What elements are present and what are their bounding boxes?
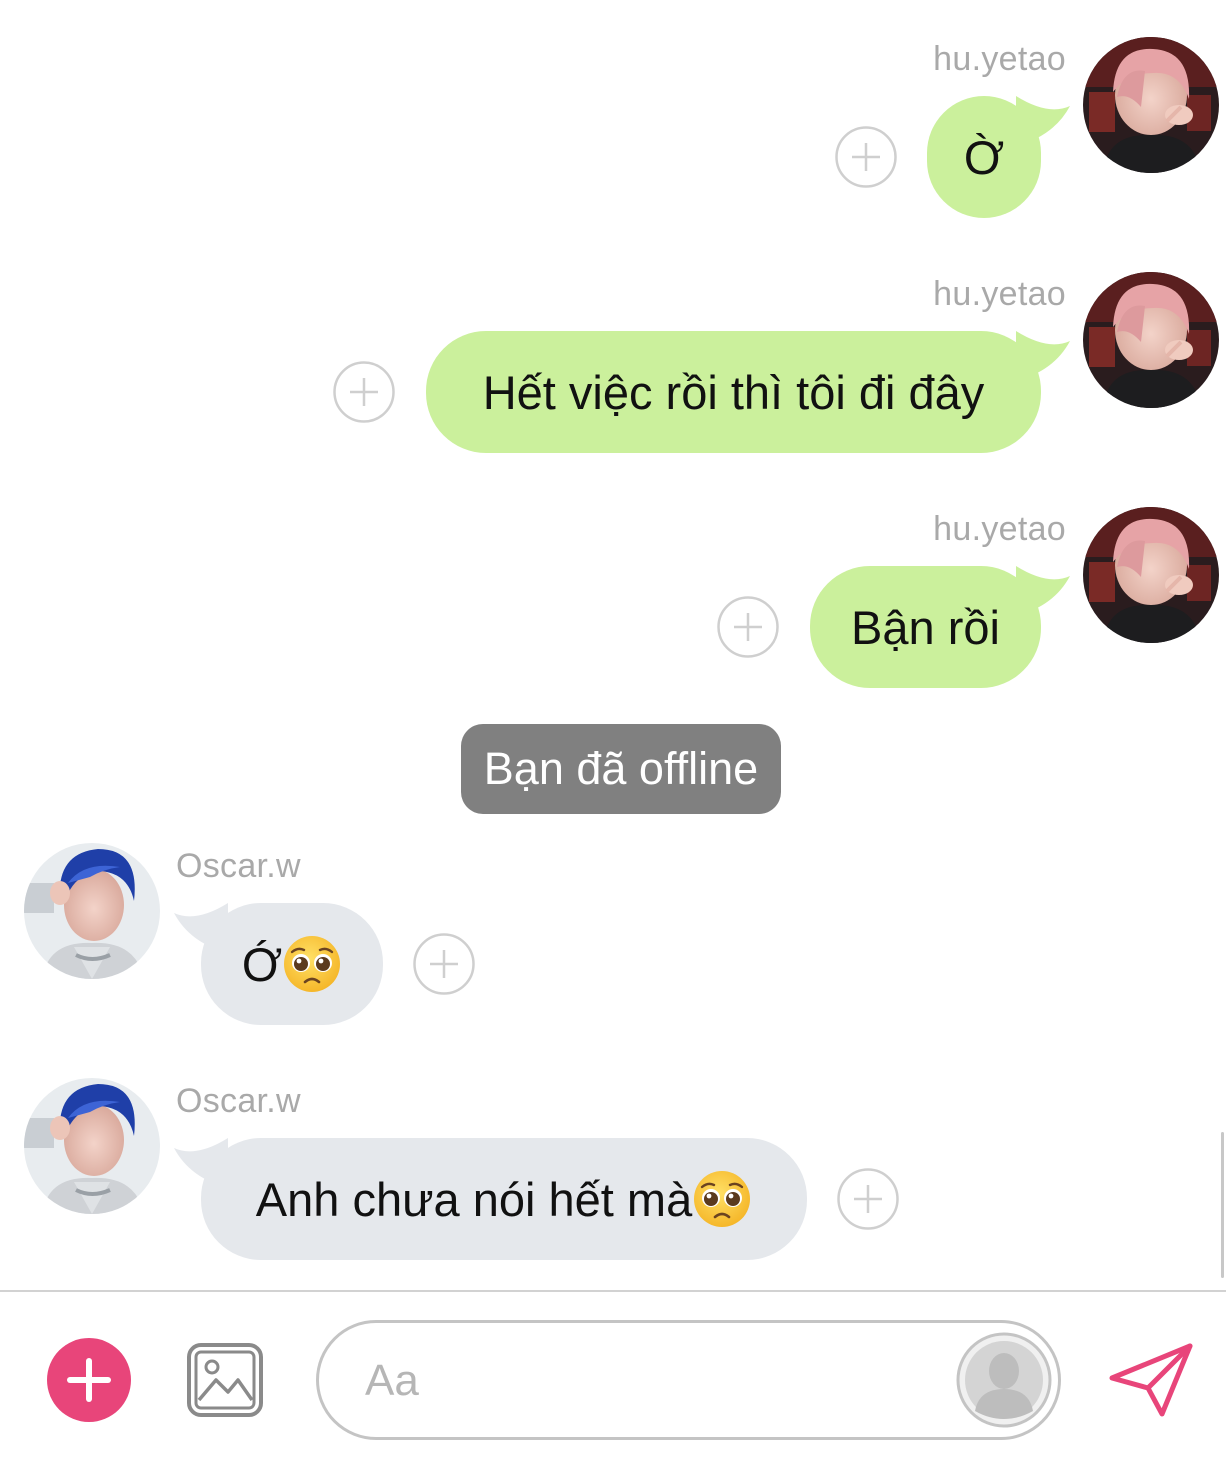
image-icon[interactable] [186,1342,264,1418]
system-notice: Bạn đã offline [461,724,781,814]
sender-name: Oscar.w [176,1082,301,1120]
pleading-face-icon [692,1169,752,1229]
message-bubble[interactable]: Bận rồi [810,566,1041,688]
sender-name: hu.yetao [933,275,1066,313]
add-reaction-icon[interactable] [835,126,897,188]
add-reaction-icon[interactable] [413,933,475,995]
sender-name: hu.yetao [933,40,1066,78]
sender-name: hu.yetao [933,510,1066,548]
message-text: Anh chưa nói hết mà [255,1172,693,1226]
add-reaction-icon[interactable] [333,361,395,423]
avatar[interactable] [1083,37,1219,173]
message-text: Hết việc rồi thì tôi đi đây [482,365,985,419]
scrollbar[interactable] [1221,1132,1224,1278]
message-bubble[interactable]: Ớ [201,903,383,1025]
avatar[interactable] [24,843,160,979]
pleading-face-icon [282,934,342,994]
message-bubble[interactable]: Hết việc rồi thì tôi đi đây [426,331,1041,453]
sender-name: Oscar.w [176,847,301,885]
divider [0,1290,1226,1292]
avatar[interactable] [24,1078,160,1214]
message-text: Bận rồi [851,600,1000,654]
system-notice-text: Bạn đã offline [483,743,759,794]
avatar[interactable] [1083,507,1219,643]
plus-circle-icon[interactable] [46,1337,132,1423]
message-input-container[interactable] [316,1320,1061,1440]
avatar[interactable] [1083,272,1219,408]
message-text: Ớ [241,937,283,991]
message-text: Ờ [963,130,1005,184]
message-bubble[interactable]: Ờ [927,96,1041,218]
person-icon[interactable] [955,1331,1053,1429]
paper-plane-icon[interactable] [1108,1342,1194,1418]
add-reaction-icon[interactable] [837,1168,899,1230]
message-bubble[interactable]: Anh chưa nói hết mà [201,1138,807,1260]
add-reaction-icon[interactable] [717,596,779,658]
message-input[interactable] [363,1345,927,1417]
